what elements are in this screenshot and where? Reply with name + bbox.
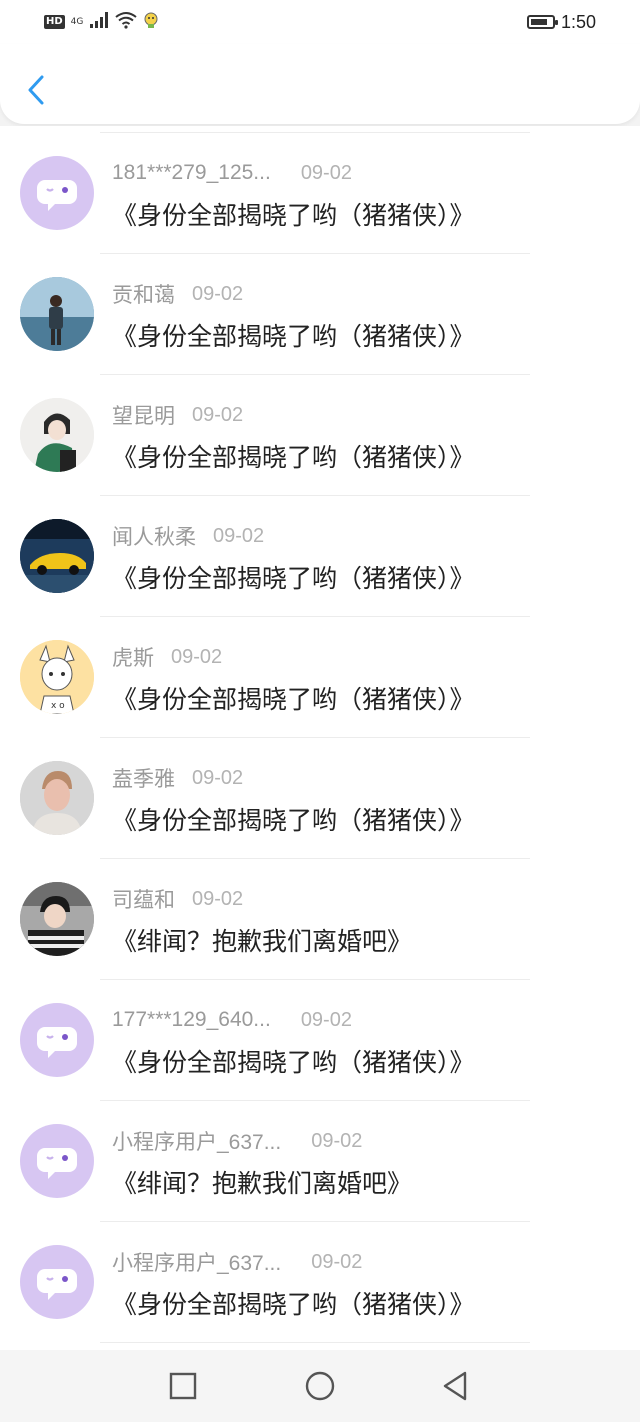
item-meta: 盍季雅 09-02 bbox=[112, 763, 243, 793]
book-title: 《身份全部揭晓了哟（猪猪侠）》 bbox=[112, 322, 475, 351]
signal-icon bbox=[89, 11, 109, 33]
comment-date: 09-02 bbox=[192, 766, 244, 789]
photo-avatar bbox=[20, 519, 94, 593]
status-right-group: 1:50 bbox=[526, 10, 596, 34]
list-item[interactable]: 闻人秋柔 09-02 《身份全部揭晓了哟（猪猪侠）》 bbox=[0, 489, 640, 610]
user-name: 177***129_640... bbox=[112, 1008, 271, 1031]
item-meta: 小程序用户_637... 09-02 bbox=[112, 1247, 362, 1277]
book-title: 《绯闻？抱歉我们离婚吧》 bbox=[112, 1169, 413, 1198]
user-name: 盍季雅 bbox=[112, 768, 175, 791]
user-name: 小程序用户_637... bbox=[112, 1131, 282, 1154]
comment-date: 09-02 bbox=[311, 1250, 363, 1273]
comment-date: 09-02 bbox=[192, 887, 244, 910]
list-item[interactable]: x o 虎斯 09-02 《身份全部揭晓了哟（猪猪侠）》 bbox=[0, 610, 640, 731]
book-title: 《身份全部揭晓了哟（猪猪侠）》 bbox=[112, 1048, 475, 1077]
default-chat-avatar bbox=[20, 1003, 94, 1077]
system-nav-bar bbox=[0, 1350, 640, 1422]
default-chat-avatar bbox=[20, 1124, 94, 1198]
book-title: 《身份全部揭晓了哟（猪猪侠）》 bbox=[112, 201, 475, 230]
item-meta: 望昆明 09-02 bbox=[112, 400, 243, 430]
book-title: 《身份全部揭晓了哟（猪猪侠）》 bbox=[112, 564, 475, 593]
battery-icon bbox=[526, 15, 558, 29]
page-header bbox=[0, 44, 640, 124]
clock-time: 1:50 bbox=[560, 11, 596, 32]
list-item[interactable]: 司蕴和 09-02 《绯闻？抱歉我们离婚吧》 bbox=[0, 852, 640, 973]
book-title: 《绯闻？抱歉我们离婚吧》 bbox=[112, 927, 413, 956]
back-button[interactable] bbox=[18, 72, 54, 112]
list-item[interactable]: 177***129_640... 09-02 《身份全部揭晓了哟（猪猪侠）》 bbox=[0, 973, 640, 1094]
wifi-icon bbox=[115, 11, 137, 33]
user-name: 虎斯 bbox=[112, 647, 154, 670]
list-item[interactable]: 小程序用户_637... 09-02 《绯闻？抱歉我们离婚吧》 bbox=[0, 1094, 640, 1215]
status-left-group: HD 4G bbox=[44, 12, 159, 32]
user-name: 司蕴和 bbox=[112, 889, 175, 912]
item-meta: 181***279_125... 09-02 bbox=[112, 158, 352, 188]
photo-avatar: x o bbox=[20, 640, 94, 714]
default-chat-avatar bbox=[20, 1245, 94, 1319]
item-meta: 司蕴和 09-02 bbox=[112, 884, 243, 914]
user-name: 小程序用户_637... bbox=[112, 1252, 282, 1275]
svg-text:x o: x o bbox=[51, 701, 65, 711]
system-back-button[interactable] bbox=[435, 1368, 475, 1408]
book-title: 《身份全部揭晓了哟（猪猪侠）》 bbox=[112, 1290, 475, 1319]
book-title: 《身份全部揭晓了哟（猪猪侠）》 bbox=[112, 806, 475, 835]
user-name: 闻人秋柔 bbox=[112, 526, 196, 549]
network-type-label: 4G bbox=[70, 17, 84, 27]
home-button[interactable] bbox=[300, 1368, 340, 1408]
list-divider bbox=[100, 1342, 530, 1343]
book-title: 《身份全部揭晓了哟（猪猪侠）》 bbox=[112, 443, 475, 472]
user-name: 181***279_125... bbox=[112, 161, 271, 184]
item-meta: 闻人秋柔 09-02 bbox=[112, 521, 264, 551]
photo-avatar bbox=[20, 761, 94, 835]
list-item[interactable]: 小程序用户_637... 09-02 《身份全部揭晓了哟（猪猪侠）》 bbox=[0, 1215, 640, 1336]
item-meta: 虎斯 09-02 bbox=[112, 642, 222, 672]
home-icon bbox=[304, 1370, 336, 1406]
photo-avatar bbox=[20, 277, 94, 351]
comment-list: 181***279_125... 09-02 《身份全部揭晓了哟（猪猪侠）》 贡… bbox=[0, 126, 640, 1350]
photo-avatar bbox=[20, 882, 94, 956]
comment-date: 09-02 bbox=[213, 524, 265, 547]
photo-avatar bbox=[20, 398, 94, 472]
list-item[interactable]: 盍季雅 09-02 《身份全部揭晓了哟（猪猪侠）》 bbox=[0, 731, 640, 852]
comment-date: 09-02 bbox=[300, 161, 352, 184]
list-item[interactable]: 贡和蔼 09-02 《身份全部揭晓了哟（猪猪侠）》 bbox=[0, 247, 640, 368]
comment-date: 09-02 bbox=[300, 1008, 352, 1031]
list-item[interactable]: 望昆明 09-02 《身份全部揭晓了哟（猪猪侠）》 bbox=[0, 368, 640, 489]
chevron-left-icon bbox=[26, 74, 46, 110]
comment-date: 09-02 bbox=[192, 282, 244, 305]
item-meta: 贡和蔼 09-02 bbox=[112, 279, 243, 309]
recent-apps-icon bbox=[169, 1372, 197, 1404]
item-meta: 小程序用户_637... 09-02 bbox=[112, 1126, 362, 1156]
recent-apps-button[interactable] bbox=[163, 1368, 203, 1408]
notification-icon bbox=[143, 11, 159, 33]
user-name: 望昆明 bbox=[112, 405, 175, 428]
comment-date: 09-02 bbox=[171, 645, 223, 668]
comment-date: 09-02 bbox=[311, 1129, 363, 1152]
status-bar: HD 4G 1:50 bbox=[0, 0, 640, 44]
comment-date: 09-02 bbox=[192, 403, 244, 426]
back-triangle-icon bbox=[441, 1370, 469, 1406]
book-title: 《身份全部揭晓了哟（猪猪侠）》 bbox=[112, 685, 475, 714]
hd-badge: HD bbox=[44, 15, 65, 29]
list-item[interactable]: 181***279_125... 09-02 《身份全部揭晓了哟（猪猪侠）》 bbox=[0, 126, 640, 247]
item-meta: 177***129_640... 09-02 bbox=[112, 1005, 352, 1035]
user-name: 贡和蔼 bbox=[112, 284, 175, 307]
default-chat-avatar bbox=[20, 156, 94, 230]
